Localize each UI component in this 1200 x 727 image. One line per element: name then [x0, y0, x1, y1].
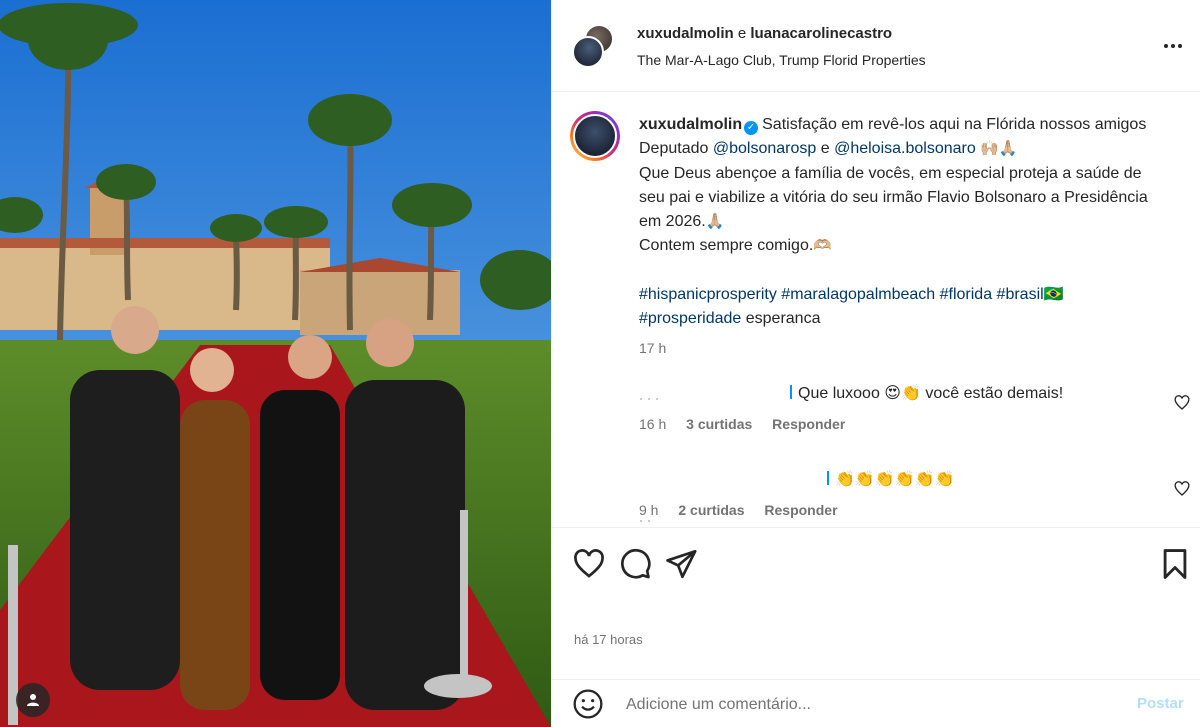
comment-like-icon[interactable]: [1172, 394, 1192, 412]
caption-emoji: 🙌🏼🙏🏼: [980, 140, 1018, 158]
instagram-post-modal: xuxudalmolin e luanacarolinecastro The M…: [0, 0, 1200, 727]
verified-badge-icon: ✓: [744, 121, 759, 135]
share-icon[interactable]: [664, 547, 698, 581]
comment-likes[interactable]: 3 curtidas: [686, 416, 752, 432]
post-photo: [0, 0, 551, 727]
caption-text-3: Contem sempre comigo.: [639, 237, 814, 255]
user-tag-icon: [27, 694, 39, 706]
comment-likes[interactable]: 2 curtidas: [678, 502, 744, 518]
comments-scroll-area[interactable]: xuxudalmolin ✓ Satisfação em revê-los aqui…: [552, 93, 1200, 528]
hashtag-link[interactable]: #prosperidade: [639, 310, 741, 327]
post-header: xuxudalmolin e luanacarolinecastro The M…: [552, 0, 1200, 92]
more-icon: [1164, 44, 1168, 48]
post-caption: xuxudalmolin ✓ Satisfação em revê-los aqui…: [639, 113, 1159, 332]
comment-avatar[interactable]: [640, 387, 670, 400]
author-link-1[interactable]: xuxudalmolin: [637, 25, 734, 42]
caption-timestamp: 17 h: [639, 340, 667, 356]
comment-time[interactable]: 9 h: [639, 502, 658, 518]
reply-button[interactable]: Responder: [772, 416, 845, 432]
caption-conjunction: e: [820, 140, 830, 158]
caption-emoji: 🫶🏼: [813, 237, 832, 255]
comment-meta: 16 h 3 curtidas Responder: [639, 416, 861, 432]
comment-text: 👏👏👏👏👏👏: [827, 469, 955, 489]
caption-tail: esperanca: [745, 310, 821, 328]
hashtag-links[interactable]: #hispanicprosperity #maralagopalmbeach #…: [639, 286, 1064, 303]
comment-meta: 9 h 2 curtidas Responder: [639, 502, 854, 518]
post-time[interactable]: há 17 horas: [574, 632, 643, 647]
avatar[interactable]: [572, 36, 604, 68]
caption-emoji: 🙏🏼: [705, 213, 725, 231]
caption-author-avatar[interactable]: [570, 111, 620, 161]
mention-link[interactable]: @heloisa.bolsonaro: [834, 140, 976, 157]
comment-icon[interactable]: [618, 547, 652, 581]
like-icon[interactable]: [572, 547, 606, 581]
comment-text: Que luxooo 😍👏 você estão demais!: [790, 383, 1063, 403]
post-side-panel: xuxudalmolin e luanacarolinecastro The M…: [551, 0, 1200, 727]
emoji-icon[interactable]: [572, 688, 604, 720]
comment-composer: Postar: [552, 679, 1200, 727]
mention-link[interactable]: @bolsonarosp: [713, 140, 816, 157]
author-avatars[interactable]: [572, 24, 614, 68]
post-authors: xuxudalmolin e luanacarolinecastro: [637, 25, 892, 42]
comment-input[interactable]: [626, 694, 1096, 716]
author-link-2[interactable]: luanacarolinecastro: [750, 25, 892, 42]
post-comment-button[interactable]: Postar: [1137, 695, 1184, 712]
save-icon[interactable]: [1158, 547, 1192, 581]
caption-username[interactable]: xuxudalmolin: [639, 116, 742, 133]
location-link[interactable]: The Mar-A-Lago Club, Trump Florid Proper…: [637, 52, 926, 68]
comment-like-icon[interactable]: [1172, 480, 1192, 498]
post-actions: [552, 529, 1200, 599]
reply-button[interactable]: Responder: [764, 502, 837, 518]
more-options-button[interactable]: [1158, 36, 1188, 56]
comment-time[interactable]: 16 h: [639, 416, 666, 432]
user-tag-button[interactable]: [16, 683, 50, 717]
photo-image: [0, 0, 551, 727]
author-conjunction: e: [737, 25, 747, 42]
